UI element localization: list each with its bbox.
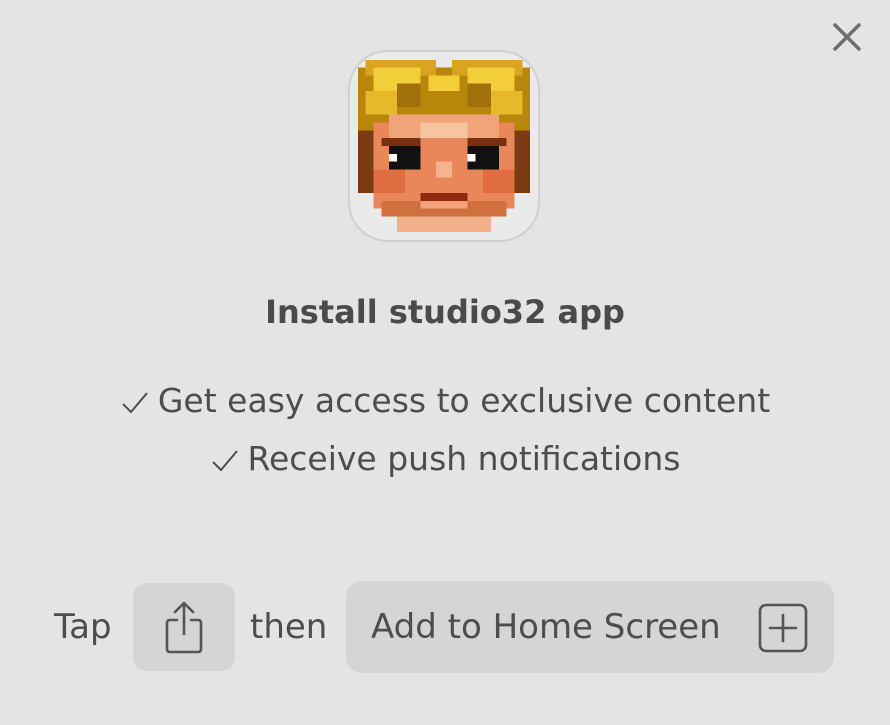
checkmark-icon [122, 392, 148, 413]
close-button[interactable] [826, 16, 868, 58]
feature-item: Receive push notifications [0, 430, 890, 488]
plus-square-icon [758, 603, 808, 653]
install-title: Install studio32 app [265, 293, 625, 331]
feature-text: Receive push notifications [247, 439, 681, 478]
share-icon[interactable] [162, 600, 206, 654]
checkmark-icon [211, 450, 238, 471]
add-to-home-screen-button[interactable]: Add to Home Screen [346, 581, 834, 673]
install-instruction: Tap then Add to Home Screen [0, 581, 890, 673]
share-button[interactable] [133, 583, 235, 671]
pixel-art-face-icon [357, 59, 531, 233]
close-icon[interactable] [831, 21, 863, 53]
then-label: then [250, 607, 328, 647]
tap-label: Tap [54, 607, 112, 647]
feature-item: Get easy access to exclusive content [0, 372, 890, 430]
app-icon [348, 50, 540, 242]
feature-text: Get easy access to exclusive content [157, 381, 771, 420]
add-to-home-screen-label: Add to Home Screen [371, 607, 721, 647]
feature-list: Get easy access to exclusive content Rec… [0, 372, 890, 488]
